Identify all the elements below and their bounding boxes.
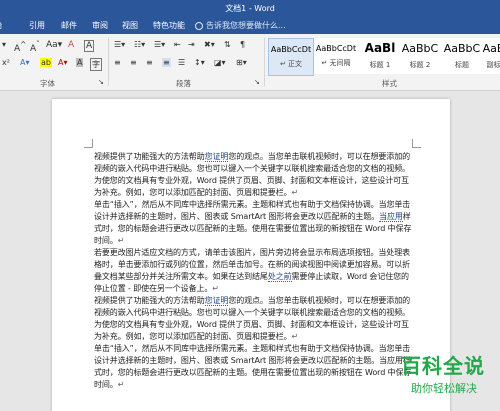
shading-paint-icon[interactable]: ◪▾ [214,58,226,67]
style-heading-1[interactable]: AaBl 标题 1 [358,38,402,74]
style-sample: AaBbC [401,42,439,55]
case-icon[interactable]: Aa▾ [46,40,62,50]
margin-corner-mark [412,139,421,148]
style-name: ↵ 无间隔 [321,59,351,67]
paragraph: 单击“插入”，然后从不同库中选择所需元素。主题和样式也有助于文档保持协调。当您单… [94,200,412,245]
style-sample: AaBl [364,41,396,55]
align-center-icon[interactable]: ≡ [130,58,137,67]
paragraph-mark: ↵ [212,284,219,293]
tab-home[interactable]: 开始 [0,20,2,31]
highlight-icon[interactable]: ab [40,58,52,67]
chinese-layout-icon[interactable]: ✖▾ [204,40,215,49]
numbering-icon[interactable]: ☷▾ [134,40,145,49]
style-normal[interactable]: AaBbCcDt ↵ 正文 [268,38,314,76]
group-separator [108,38,109,86]
document-page[interactable]: 视频提供了功能强大的方法帮助您证明您的观点。当您单击联机视频时，可以在想要添加的… [52,99,450,411]
style-sample: AaBbCcDt [315,44,357,53]
watermark-logo: 百科全说 助你轻松解决 [395,348,500,408]
tab-special[interactable]: 特色功能 [153,20,185,31]
paragraph-mark: ↵ [291,188,299,197]
decrease-indent-icon[interactable]: ⇤ [174,40,181,49]
margin-corner-mark [84,139,93,148]
grow-font-icon[interactable]: A^ [14,40,26,54]
paragraph: 单击“插入”，然后从不同库中选择所需元素。主题和样式也有助于文档保持协调。当您单… [94,344,412,389]
style-sample: AaBbCcDt [270,45,312,54]
style-no-spacing[interactable]: AaBbCcDt ↵ 无间隔 [314,38,358,74]
paragraph-group-label: 段落 [176,79,191,88]
tell-me-text: 告诉我您想要做什么... [206,21,286,30]
enclose-char-icon[interactable]: 字 [90,58,102,71]
char-border-icon[interactable]: A [84,40,95,52]
document-body[interactable]: 视频提供了功能强大的方法帮助您证明您的观点。当您单击联机视频时，可以在想要添加的… [94,151,414,391]
style-name: 标题 2 [409,61,431,69]
borders-icon[interactable]: ⊞▾ [236,58,247,67]
proofing-underline: 处之前 [267,272,292,282]
align-right-icon[interactable]: ≡ [146,58,153,67]
clear-format-icon[interactable]: A [68,40,74,50]
line-spacing-icon[interactable]: ↕▾ [194,58,205,67]
text-effects-icon[interactable]: A▾ [20,58,30,67]
justify-icon[interactable]: ≡ [162,58,171,67]
style-name: 标题 [455,61,469,69]
watermark-title: 百科全说 [401,354,485,378]
shrink-font-icon[interactable]: Aˇ [30,40,40,54]
window-title: 文档1 - Word [225,4,275,13]
group-separator [264,38,265,86]
style-title[interactable]: AaBbC 标题 [440,38,484,74]
lightbulb-icon [195,21,203,30]
sort-icon[interactable]: ⇅ [224,40,231,49]
paragraph: 视频提供了功能强大的方法帮助您证明您的观点。当您单击联机视频时，可以在想要添加的… [94,296,411,341]
paragraph-mark: ↵ [117,380,125,389]
style-sample: AaBb [482,42,500,55]
font-dialog-launcher-icon[interactable]: ↘ [98,78,104,86]
bullets-icon[interactable]: ☰▾ [114,40,125,49]
tell-me-box[interactable]: 告诉我您想要做什么... [195,20,286,31]
font-color-icon[interactable]: A▾ [58,58,68,67]
tab-view[interactable]: 视图 [122,20,138,31]
style-sample: AaBbC [443,42,481,55]
paragraph-mark: ↵ [117,236,125,245]
paragraph-dialog-launcher-icon[interactable]: ↘ [254,78,260,86]
tab-mailings[interactable]: 邮件 [61,20,77,31]
superscript-icon[interactable]: x² [2,58,10,67]
proofing-underline: 您证明 [204,152,229,162]
style-heading-2[interactable]: AaBbC 标题 2 [398,38,442,74]
style-subtitle[interactable]: AaBb 副标题 [482,38,500,74]
style-name: 副标题 [486,61,500,69]
ribbon-tabs: 开始 引用 邮件 审阅 视图 特色功能 告诉我您想要做什么... [0,18,500,34]
title-bar: 文档1 - Word [0,0,500,18]
styles-group-label: 样式 [382,79,397,88]
tab-review[interactable]: 审阅 [92,20,108,31]
proofing-underline: 您证明 [204,296,229,306]
increase-indent-icon[interactable]: ⇥ [188,40,195,49]
paragraph: 视频提供了功能强大的方法帮助您证明您的观点。当您单击联机视频时，可以在想要添加的… [94,152,411,197]
paragraph-mark: ↵ [291,332,299,341]
align-left-icon[interactable]: ≡ [114,58,121,67]
watermark-subtitle: 助你轻松解决 [411,382,477,395]
distributed-icon[interactable]: ☰ [178,58,185,67]
tab-references[interactable]: 引用 [29,20,45,31]
shading-icon[interactable]: A [76,58,84,67]
style-name: 标题 1 [369,61,391,69]
ribbon: ▾ A^ Aˇ Aa▾ A A x² A▾ ab A▾ A 字 字体 ↘ ☰▾ … [0,34,500,91]
style-name: ↵ 正文 [279,60,303,68]
show-marks-icon[interactable]: ¶ [240,40,245,49]
multilevel-list-icon[interactable]: ☰▾ [154,40,165,49]
font-size-dropdown[interactable]: ▾ [2,40,6,49]
proofing-underline: 当应用 [379,212,403,222]
font-group-label: 字体 [40,79,55,88]
paragraph: 若要更改图片适应文档的方式，请单击该图片，图片旁边将会显示布局选项按钮。当处理表… [94,248,410,293]
